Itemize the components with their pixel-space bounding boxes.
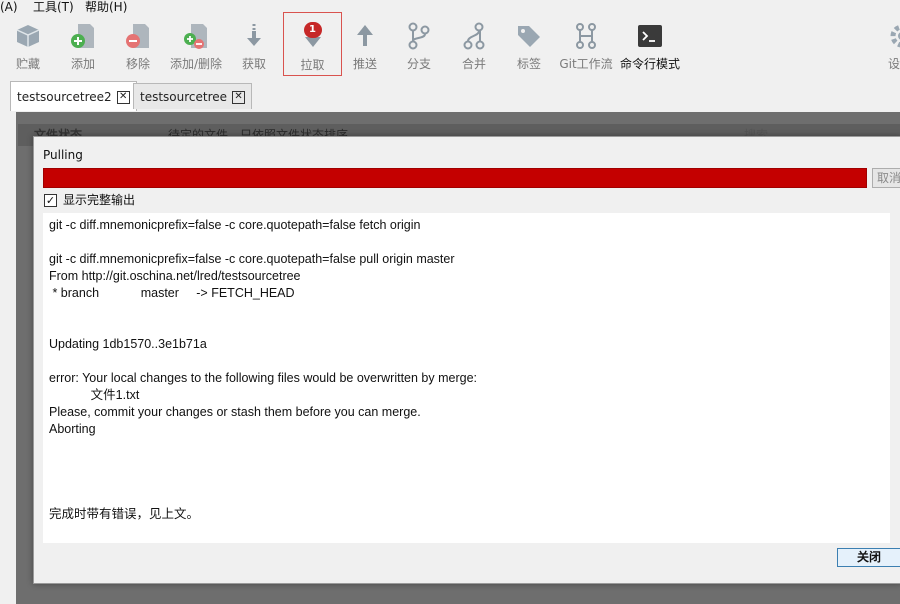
left-strip	[0, 112, 16, 604]
merge-icon	[463, 22, 485, 50]
git-flow-button[interactable]: Git工作流	[557, 16, 615, 78]
branch-button[interactable]: 分支	[396, 16, 442, 78]
pull-button[interactable]: 1 拉取	[283, 12, 342, 76]
close-button[interactable]: 关闭	[837, 548, 900, 567]
tag-button[interactable]: 标签	[506, 16, 552, 78]
output-line: * branch master -> FETCH_HEAD	[49, 286, 295, 300]
tag-label: 标签	[516, 57, 541, 71]
output-line: git -c diff.mnemonicprefix=false -c core…	[49, 252, 455, 266]
add-remove-button[interactable]: 添加/删除	[166, 16, 226, 78]
git-flow-icon	[576, 23, 596, 49]
close-icon[interactable]: ✕	[232, 91, 246, 104]
pulling-dialog: Pulling 取消 ✓ 显示完整输出 git -c diff.mnemonic…	[33, 136, 900, 584]
settings-label: 设	[888, 57, 900, 71]
output-line: Aborting	[49, 422, 96, 436]
branch-icon	[408, 22, 430, 50]
add-label: 添加	[70, 57, 95, 71]
tab-label: testsourcetree2	[17, 90, 112, 104]
stash-button[interactable]: 贮藏	[2, 16, 54, 78]
toolbar: 贮藏 添加 移除 添加/删除 获取 1 拉取 推送 分支 合并 标签 Git工作…	[0, 12, 900, 78]
output-line: error: Your local changes to the followi…	[49, 371, 478, 385]
fetch-icon	[247, 24, 261, 46]
add-button[interactable]: 添加	[58, 16, 108, 78]
close-icon[interactable]: ✕	[116, 91, 130, 104]
add-remove-icon	[184, 24, 207, 49]
branch-label: 分支	[406, 57, 431, 71]
merge-button[interactable]: 合并	[451, 16, 497, 78]
output-line: git -c diff.mnemonicprefix=false -c core…	[49, 218, 421, 232]
merge-label: 合并	[461, 57, 486, 71]
push-button[interactable]: 推送	[342, 16, 388, 78]
push-label: 推送	[352, 57, 377, 71]
tab-label: testsourcetree	[140, 90, 228, 104]
terminal-icon	[638, 25, 662, 47]
terminal-button[interactable]: 命令行模式	[618, 16, 682, 78]
remove-label: 移除	[125, 57, 150, 71]
dialog-title: Pulling	[43, 148, 83, 162]
tab-bar: testsourcetree2 ✕ testsourcetree ✕	[0, 78, 900, 112]
push-icon	[357, 25, 373, 46]
tab-testsourcetree2[interactable]: testsourcetree2 ✕	[10, 81, 137, 111]
output-line: 文件1.txt	[49, 388, 140, 402]
menu-bar: (A) 工具(T) 帮助(H)	[0, 0, 900, 16]
remove-button[interactable]: 移除	[112, 16, 164, 78]
tab-testsourcetree[interactable]: testsourcetree ✕	[133, 83, 253, 109]
output-line: Please, commit your changes or stash the…	[49, 405, 421, 419]
cancel-button[interactable]: 取消	[872, 168, 900, 188]
add-remove-label: 添加/删除	[169, 57, 223, 71]
output-line: From http://git.oschina.net/lred/testsou…	[49, 269, 301, 283]
settings-icon	[890, 24, 900, 48]
stash-label: 贮藏	[15, 57, 40, 71]
menu-item-help[interactable]: 帮助(H)	[85, 0, 127, 15]
show-full-output-checkbox[interactable]: ✓	[44, 194, 57, 207]
stash-icon	[16, 25, 40, 47]
output-line: Updating 1db1570..3e1b71a	[49, 337, 207, 351]
tag-icon	[518, 26, 540, 47]
terminal-label: 命令行模式	[619, 57, 680, 71]
settings-button[interactable]: 设	[882, 16, 900, 78]
fetch-label: 获取	[241, 57, 266, 71]
output-log: git -c diff.mnemonicprefix=false -c core…	[43, 213, 890, 543]
fetch-button[interactable]: 获取	[230, 16, 278, 78]
menu-item-tools[interactable]: 工具(T)	[33, 0, 74, 15]
pull-label: 拉取	[300, 58, 325, 72]
pull-count-badge: 1	[303, 22, 322, 38]
show-full-output-label: 显示完整输出	[63, 193, 136, 207]
output-line: 完成时带有错误，见上文。	[49, 507, 200, 521]
progress-bar	[43, 168, 867, 188]
git-flow-label: Git工作流	[559, 57, 613, 71]
remove-icon	[126, 24, 149, 48]
add-icon	[71, 24, 94, 48]
menu-item-action[interactable]: (A)	[0, 0, 18, 15]
